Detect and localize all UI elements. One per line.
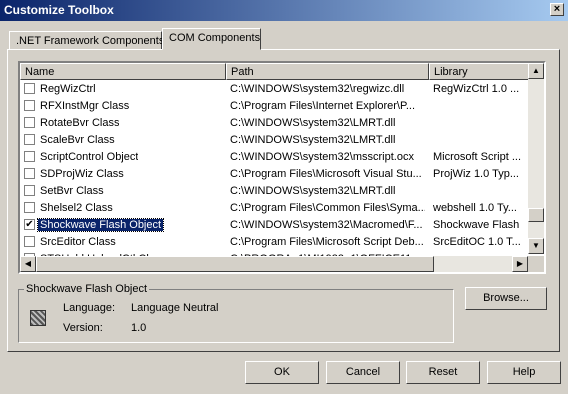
arrow-right-icon: ▶	[516, 259, 524, 268]
close-button[interactable]: ×	[550, 3, 564, 16]
table-row[interactable]: Shelsel2 Class C:\Program Files\Common Fi…	[20, 200, 530, 217]
row-library: ProjWiz 1.0 Typ...	[433, 168, 519, 180]
customize-toolbox-dialog: Customize Toolbox × .NET Framework Compo…	[0, 0, 568, 394]
row-library: Microsoft Script ...	[433, 151, 522, 163]
row-name: RFXInstMgr Class	[40, 100, 130, 112]
scroll-right-button[interactable]: ▶	[512, 256, 528, 272]
table-row[interactable]: SetBvr Class C:\WINDOWS\system32\LMRT.dll	[20, 183, 530, 200]
row-checkbox[interactable]	[24, 202, 35, 213]
column-header-label: Name	[25, 66, 55, 78]
row-name: SetBvr Class	[40, 185, 104, 197]
arrow-down-icon: ▼	[532, 241, 540, 250]
row-checkbox[interactable]	[24, 134, 35, 145]
help-button[interactable]: Help	[487, 361, 561, 384]
row-path: C:\WINDOWS\system32\LMRT.dll	[230, 134, 396, 146]
row-path: C:\WINDOWS\system32\msscript.ocx	[230, 151, 414, 163]
row-path: C:\WINDOWS\system32\LMRT.dll	[230, 117, 396, 129]
column-header-label: Library	[434, 66, 468, 78]
row-path: C:\Program Files\Common Files\Syma...	[230, 202, 425, 214]
component-icon	[30, 310, 46, 326]
table-row[interactable]: ScaleBvr Class C:\WINDOWS\system32\LMRT.d…	[20, 132, 530, 149]
version-value: 1.0	[131, 322, 147, 334]
close-icon: ×	[553, 3, 561, 15]
row-library: webshell 1.0 Ty...	[433, 202, 517, 214]
row-name: SrcEditor Class	[40, 236, 116, 248]
tab-label: COM Components	[169, 32, 261, 44]
table-row[interactable]: SrcEditor Class C:\Program Files\Microsof…	[20, 234, 530, 251]
row-library: RegWizCtrl 1.0 ...	[433, 83, 520, 95]
version-label: Version:	[63, 322, 103, 334]
browse-button[interactable]: Browse...	[465, 287, 547, 310]
horizontal-scroll-thumb[interactable]	[36, 256, 434, 272]
row-name: ScriptControl Object	[40, 151, 139, 163]
details-group-title: Shockwave Flash Object	[24, 283, 150, 295]
row-checkbox[interactable]	[24, 151, 35, 162]
row-path: C:\WINDOWS\system32\Macromed\F...	[230, 219, 423, 231]
row-name: Shelsel2 Class	[40, 202, 113, 214]
table-row[interactable]: RegWizCtrl C:\WINDOWS\system32\regwizc.dl…	[20, 81, 530, 98]
reset-button[interactable]: Reset	[406, 361, 480, 384]
row-name: RegWizCtrl	[40, 83, 96, 95]
horizontal-scrollbar[interactable]: ◀ ▶	[20, 256, 528, 272]
table-row[interactable]: SDProjWiz Class C:\Program Files\Microsof…	[20, 166, 530, 183]
vertical-scroll-thumb[interactable]	[528, 208, 544, 222]
row-name: SDProjWiz Class	[40, 168, 124, 180]
scroll-down-button[interactable]: ▼	[528, 238, 544, 254]
column-header-path[interactable]: Path	[226, 63, 429, 80]
scrollbar-corner	[528, 256, 544, 272]
component-list[interactable]: Name Path Library RegWizCtrl C:\WINDOWS\s…	[18, 61, 546, 274]
row-path: C:\Program Files\Microsoft Visual Stu...	[230, 168, 422, 180]
row-checkbox[interactable]: ✔	[24, 219, 35, 230]
arrow-left-icon: ◀	[24, 259, 32, 268]
row-name: RotateBvr Class	[40, 117, 120, 129]
table-row[interactable]: RotateBvr Class C:\WINDOWS\system32\LMRT.…	[20, 115, 530, 132]
row-checkbox[interactable]	[24, 168, 35, 179]
window-title: Customize Toolbox	[4, 3, 114, 17]
row-path: C:\WINDOWS\system32\LMRT.dll	[230, 185, 396, 197]
scroll-left-button[interactable]: ◀	[20, 256, 36, 272]
table-row[interactable]: ScriptControl Object C:\WINDOWS\system32\…	[20, 149, 530, 166]
details-group	[18, 289, 454, 343]
scroll-up-button[interactable]: ▲	[528, 63, 544, 79]
row-path: C:\Program Files\Internet Explorer\P...	[230, 100, 416, 112]
table-row[interactable]: RFXInstMgr Class C:\Program Files\Interne…	[20, 98, 530, 115]
cancel-button[interactable]: Cancel	[326, 361, 400, 384]
tab-label: .NET Framework Components	[16, 35, 165, 47]
row-checkbox[interactable]	[24, 100, 35, 111]
tab-net-framework-components[interactable]: .NET Framework Components	[9, 31, 165, 50]
row-path: C:\Program Files\Microsoft Script Deb...	[230, 236, 424, 248]
arrow-up-icon: ▲	[532, 66, 540, 75]
column-header-label: Path	[231, 66, 254, 78]
tab-com-components[interactable]: COM Components	[162, 28, 261, 50]
column-header-library[interactable]: Library	[429, 63, 530, 80]
row-checkbox[interactable]	[24, 83, 35, 94]
row-checkbox[interactable]	[24, 117, 35, 128]
language-value: Language Neutral	[131, 302, 219, 314]
vertical-scrollbar[interactable]: ▲ ▼	[528, 63, 544, 254]
title-bar: Customize Toolbox ×	[0, 0, 568, 21]
row-name: ScaleBvr Class	[40, 134, 115, 146]
language-label: Language:	[63, 302, 115, 314]
table-row[interactable]: ✔ Shockwave Flash Object C:\WINDOWS\system…	[20, 217, 530, 234]
row-checkbox[interactable]	[24, 236, 35, 247]
column-header-name[interactable]: Name	[20, 63, 226, 80]
row-library: Shockwave Flash	[433, 219, 520, 231]
ok-button[interactable]: OK	[245, 361, 319, 384]
row-path: C:\WINDOWS\system32\regwizc.dll	[230, 83, 405, 95]
row-library: SrcEditOC 1.0 T...	[433, 236, 521, 248]
row-checkbox[interactable]	[24, 185, 35, 196]
row-name: Shockwave Flash Object	[36, 218, 165, 232]
